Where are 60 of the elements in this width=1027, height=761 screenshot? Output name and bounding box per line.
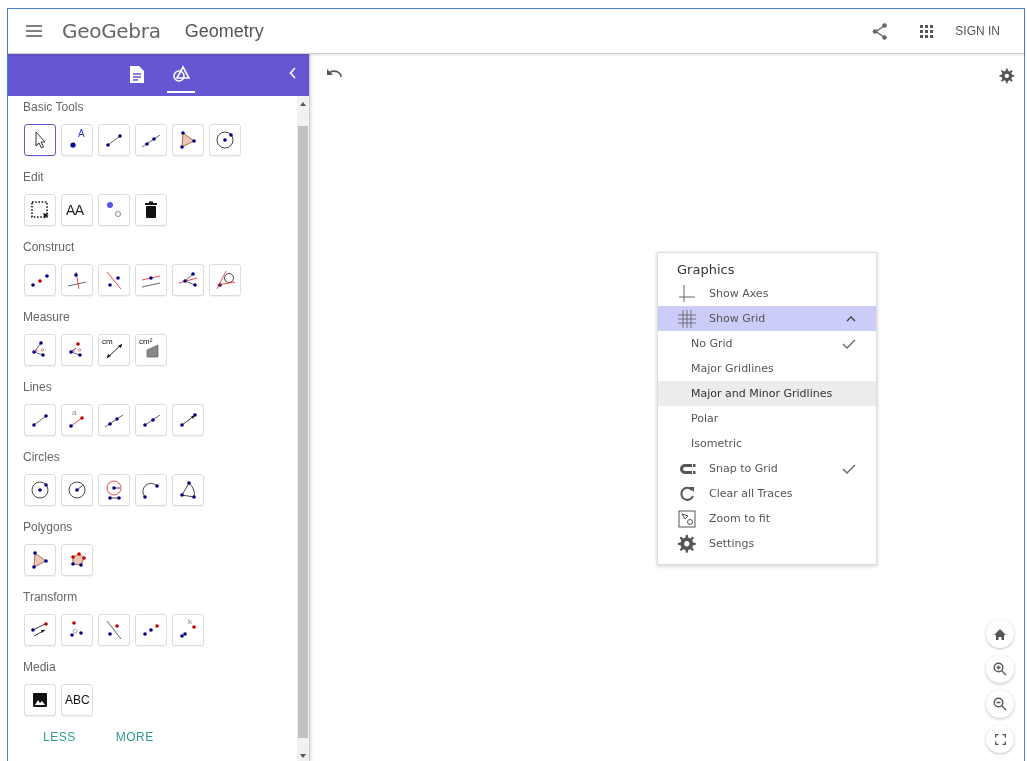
circle-icon	[213, 128, 237, 152]
apps-grid-icon[interactable]	[920, 24, 934, 38]
menu-item[interactable]: Zoom to fit	[658, 506, 876, 531]
share-icon[interactable]	[872, 22, 889, 40]
tool-button[interactable]: cm	[98, 334, 130, 366]
circle-icon	[65, 478, 89, 502]
zoom-in-icon	[993, 662, 1007, 676]
tool-button[interactable]: cm²	[135, 334, 167, 366]
menu-item[interactable]: Show Axes	[658, 281, 876, 306]
category-title: Lines	[23, 379, 53, 396]
category-title: Media	[23, 659, 57, 676]
menu-item[interactable]: Show Grid	[658, 306, 876, 331]
zoom-out-icon	[993, 697, 1007, 711]
home-button[interactable]	[986, 620, 1014, 648]
grid-option[interactable]: Major Gridlines	[658, 356, 876, 381]
grid-option[interactable]: No Grid	[658, 331, 876, 356]
tool-button[interactable]: k	[172, 614, 204, 646]
menu-item[interactable]: Settings	[658, 531, 876, 556]
zoom-in-button[interactable]	[986, 655, 1014, 683]
sign-in-button[interactable]: SIGN IN	[951, 20, 1004, 42]
tool-button[interactable]: A	[61, 124, 93, 156]
category-title: Basic Tools	[23, 99, 85, 116]
scroll-up-icon[interactable]	[300, 102, 306, 106]
grid-icon	[676, 307, 698, 330]
grid-option[interactable]: Isometric	[658, 431, 876, 456]
fullscreen-button[interactable]	[986, 725, 1014, 753]
shapes-icon	[171, 65, 190, 83]
settings-icon	[676, 532, 698, 555]
category-title: Edit	[23, 169, 45, 186]
tool-button[interactable]: AA	[61, 194, 93, 226]
tool-button[interactable]: ABC	[61, 684, 93, 716]
point-icon	[70, 142, 76, 148]
settings-icon[interactable]	[998, 67, 1016, 85]
category-title: Construct	[23, 239, 76, 256]
menu-icon[interactable]	[26, 25, 42, 37]
circle-icon	[28, 478, 52, 502]
grid-option[interactable]: Major and Minor Gridlines	[658, 381, 876, 406]
scroll-down-icon[interactable]	[300, 754, 306, 758]
zoom-fit-icon	[676, 507, 698, 530]
menu-title: Graphics	[676, 261, 736, 279]
scrollbar[interactable]	[297, 96, 309, 761]
axes-icon	[676, 282, 698, 305]
document-icon	[129, 65, 144, 83]
tool-button[interactable]: a	[61, 404, 93, 436]
app-title: Geometry	[184, 20, 264, 42]
zoom-out-button[interactable]	[986, 690, 1014, 718]
category-title: Circles	[23, 449, 61, 466]
category-title: Polygons	[23, 519, 74, 536]
category-title: Transform	[23, 589, 79, 606]
graphics-canvas[interactable]: Graphics Show Axes Show Grid No Grid Major Gridlines Major and Minor Gridlines Polar Isometric Snap to Grid Clear all Traces Zoom to fit Settings	[310, 54, 1024, 761]
home-icon	[994, 628, 1006, 640]
chevron-up-icon	[846, 315, 856, 322]
menu-item[interactable]: Snap to Grid	[658, 456, 876, 481]
app-logo: GeoGebra	[62, 19, 161, 43]
category-title: Measure	[23, 309, 71, 326]
menu-item[interactable]: Clear all Traces	[658, 481, 876, 506]
undo-icon[interactable]	[326, 68, 342, 78]
fullscreen-icon	[994, 733, 1006, 745]
grid-option[interactable]: Polar	[658, 406, 876, 431]
collapse-chevron-icon[interactable]	[289, 67, 297, 79]
